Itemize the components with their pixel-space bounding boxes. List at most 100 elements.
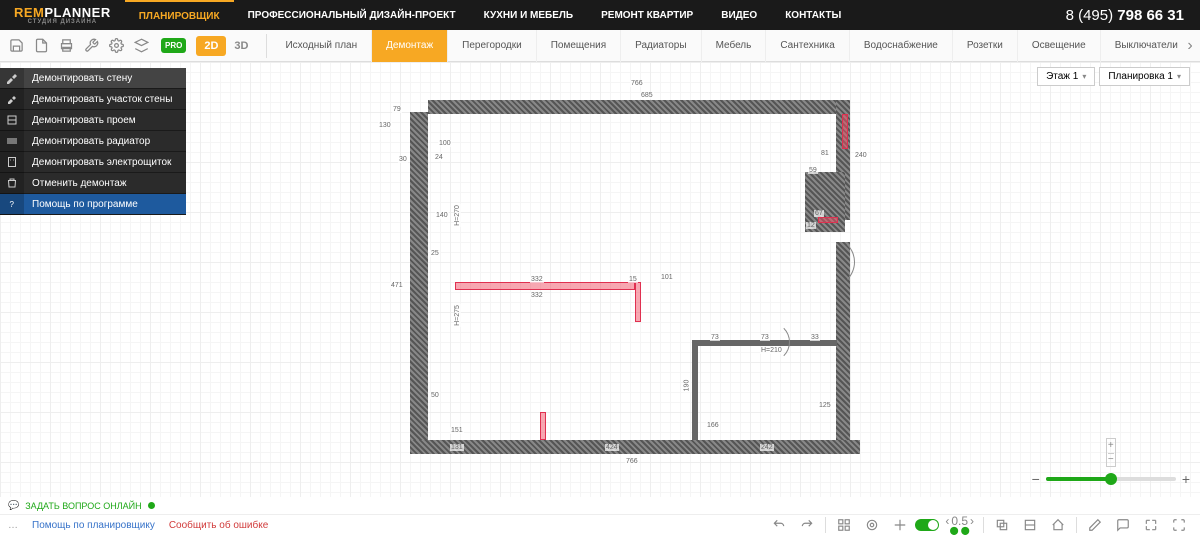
fullscreen-icon[interactable] xyxy=(1138,515,1164,535)
floorplan[interactable]: 766 685 79 130 30 100 24 140 H=270 471 H… xyxy=(410,82,880,477)
undo-icon[interactable] xyxy=(766,515,792,535)
tab-switches[interactable]: Выключатели xyxy=(1101,30,1180,62)
tab-plumbing[interactable]: Сантехника xyxy=(766,30,850,62)
tab-water[interactable]: Водоснабжение xyxy=(850,30,953,62)
dim: H=275 xyxy=(454,304,461,327)
view-toggle: 2D 3D xyxy=(196,36,256,56)
tool-help[interactable]: ?Помощь по программе xyxy=(0,194,186,215)
wall-left[interactable] xyxy=(410,112,428,442)
help-link[interactable]: Помощь по планировщику xyxy=(32,520,155,531)
pencil-icon[interactable] xyxy=(1082,515,1108,535)
door-arc-2 xyxy=(805,237,855,287)
demolition-wall-1[interactable] xyxy=(455,282,635,290)
snap-icon[interactable] xyxy=(859,515,885,535)
redo-icon[interactable] xyxy=(794,515,820,535)
dim: 332 xyxy=(530,276,544,283)
area-icon[interactable] xyxy=(1017,515,1043,535)
dim: 81 xyxy=(820,150,830,157)
toolbar: PRO 2D 3D Исходный план Демонтаж Перегор… xyxy=(0,30,1200,62)
report-error-link[interactable]: Сообщить об ошибке xyxy=(169,520,268,531)
demolition-wall-4[interactable] xyxy=(818,217,838,223)
dim: 50 xyxy=(430,392,440,399)
view-3d-button[interactable]: 3D xyxy=(226,36,256,56)
dim: 424 xyxy=(605,444,619,451)
tool-undo-demolition[interactable]: Отменить демонтаж xyxy=(0,173,186,194)
nav-planner[interactable]: ПЛАНИРОВЩИК xyxy=(125,0,234,30)
phone-number[interactable]: 8 (495) 798 66 31 xyxy=(1050,7,1200,24)
tool-demolish-wall[interactable]: Демонтировать стену xyxy=(0,68,186,89)
wall-bottom[interactable] xyxy=(410,440,860,454)
tool-demolish-panel[interactable]: Демонтировать электрощиток xyxy=(0,152,186,173)
nav-renovation[interactable]: РЕМОНТ КВАРТИР xyxy=(587,0,707,30)
dim: 73 xyxy=(710,334,720,341)
logo-planner: PLANNER xyxy=(44,5,110,20)
chat-icon: 💬 xyxy=(8,500,19,511)
print-icon[interactable] xyxy=(55,35,77,57)
tool-demolish-radiator[interactable]: Демонтировать радиатор xyxy=(0,131,186,152)
nav-kitchens[interactable]: КУХНИ И МЕБЕЛЬ xyxy=(470,0,587,30)
layout-selector[interactable]: Планировка 1 xyxy=(1099,67,1190,86)
dim: 25 xyxy=(430,250,440,257)
tab-furniture[interactable]: Мебель xyxy=(702,30,767,62)
settings-icon[interactable] xyxy=(105,35,127,57)
export-icon[interactable] xyxy=(30,35,52,57)
comment-icon[interactable] xyxy=(1110,515,1136,535)
zoom-slider[interactable] xyxy=(1046,477,1176,481)
wall-top[interactable] xyxy=(428,100,848,114)
tool-sidebar: Демонтировать стену Демонтировать участо… xyxy=(0,68,186,215)
tab-rooms[interactable]: Помещения xyxy=(537,30,621,62)
tool-demolish-opening[interactable]: Демонтировать проем xyxy=(0,110,186,131)
demolition-wall-2[interactable] xyxy=(635,282,641,322)
ortho-icon[interactable] xyxy=(887,515,913,535)
dim: 30 xyxy=(398,156,408,163)
pro-badge[interactable]: PRO xyxy=(161,38,186,53)
dim: 73 xyxy=(760,334,770,341)
step-control[interactable]: ‹0.5› ⬤ ⬤ xyxy=(945,515,974,535)
dim: 766 xyxy=(630,80,644,87)
logo[interactable]: REMPLANNER СТУДИЯ ДИЗАЙНА xyxy=(0,5,125,25)
floor-selector[interactable]: Этаж 1 xyxy=(1037,67,1095,86)
demolition-wall-3[interactable] xyxy=(540,412,546,440)
hammer-icon xyxy=(0,68,24,89)
copy-icon[interactable] xyxy=(989,515,1015,535)
tab-lighting[interactable]: Освещение xyxy=(1018,30,1101,62)
nav-video[interactable]: ВИДЕО xyxy=(707,0,771,30)
save-icon[interactable] xyxy=(5,35,27,57)
wall-inner-v[interactable] xyxy=(692,342,698,440)
home-icon[interactable] xyxy=(1045,515,1071,535)
zoom-plus-icon[interactable]: + xyxy=(1182,471,1190,487)
dim: 101 xyxy=(660,274,674,281)
tab-source-plan[interactable]: Исходный план xyxy=(271,30,372,62)
zoom-out-button[interactable]: − xyxy=(1108,453,1114,465)
tab-radiators[interactable]: Радиаторы xyxy=(621,30,701,62)
grid-toggle[interactable] xyxy=(915,519,939,531)
tool-demolish-wall-section[interactable]: Демонтировать участок стены xyxy=(0,89,186,110)
dim: 471 xyxy=(390,282,404,289)
dim: 125 xyxy=(818,402,832,409)
dim: 130 xyxy=(378,122,392,129)
dim: 33 xyxy=(810,334,820,341)
tab-sockets[interactable]: Розетки xyxy=(953,30,1018,62)
demolition-wall-5[interactable] xyxy=(842,114,848,149)
dim: 166 xyxy=(706,422,720,429)
expand-icon[interactable] xyxy=(1166,515,1192,535)
dim: 12 xyxy=(806,222,816,229)
dim: H=270 xyxy=(454,204,461,227)
view-2d-button[interactable]: 2D xyxy=(196,36,226,56)
zoom-thumb[interactable] xyxy=(1105,473,1117,485)
tab-demolition[interactable]: Демонтаж xyxy=(372,30,448,62)
grid-icon[interactable] xyxy=(831,515,857,535)
step-right-icon[interactable]: › xyxy=(970,515,974,527)
help-icon: ? xyxy=(0,194,24,215)
online-status[interactable]: 💬 ЗАДАТЬ ВОПРОС ОНЛАЙН xyxy=(0,497,1200,514)
nav-design-project[interactable]: ПРОФЕССИОНАЛЬНЫЙ ДИЗАЙН-ПРОЕКТ xyxy=(234,0,470,30)
step-left-icon[interactable]: ‹ xyxy=(945,515,949,527)
zoom-control: + − − + xyxy=(1032,438,1190,487)
zoom-minus-icon[interactable]: − xyxy=(1032,471,1040,487)
tools-icon[interactable] xyxy=(80,35,102,57)
tabs-scroll-right-icon[interactable]: › xyxy=(1180,37,1200,55)
tab-partitions[interactable]: Перегородки xyxy=(448,30,537,62)
layers-icon[interactable] xyxy=(130,35,152,57)
nav-contacts[interactable]: КОНТАКТЫ xyxy=(771,0,855,30)
zoom-in-button[interactable]: + xyxy=(1108,440,1114,451)
